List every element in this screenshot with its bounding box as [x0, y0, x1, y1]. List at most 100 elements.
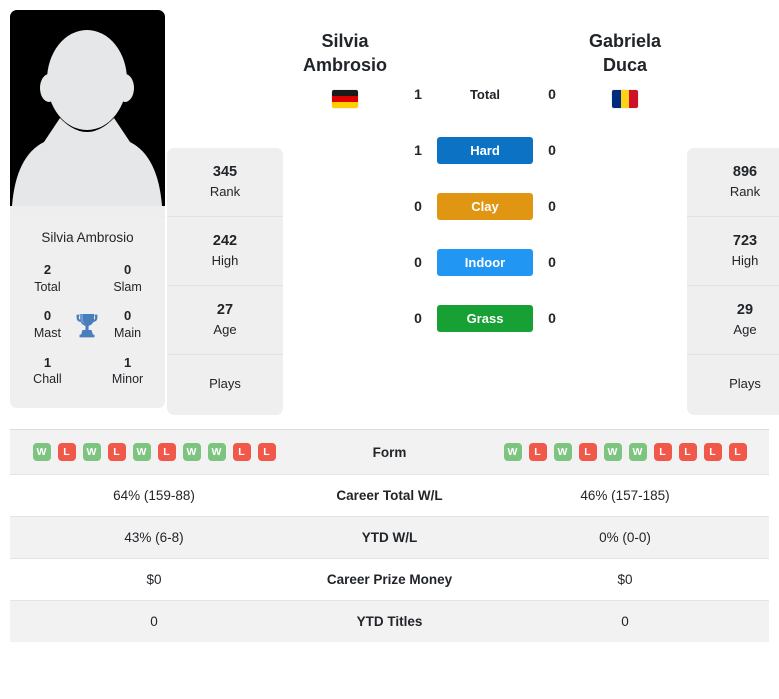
right-form-badge-7[interactable]: L — [653, 443, 672, 462]
comparison-header: Silvia Ambrosio 2 Total 0 Slam 0 Mast 0 … — [0, 0, 779, 416]
right-form-value: WLWLWWLLLL — [481, 430, 769, 475]
left-player-identity: Silvia Ambrosio — [285, 10, 405, 108]
row-label-career-prize-money: Career Prize Money — [326, 572, 453, 588]
left-main-label: Main — [114, 325, 142, 340]
left-main-titles: 0 Main — [106, 307, 149, 341]
comparison-table-body: W L W L W L W W L L Form W L W L W W L L L L 64% (159-88) Care… — [10, 429, 769, 643]
left-minor-value: 1 — [123, 354, 132, 370]
left-main-value: 0 — [123, 308, 132, 324]
left-stats-card: 345 Rank 242 High 27 Age Plays — [167, 148, 283, 416]
left-titles-row-3: 1 Chall 1 Minor — [16, 348, 159, 394]
head-to-head-column: 1 Total 0 1 Hard 0 0 Clay 0 0 Indoor 0 0 Grass 0 — [405, 10, 565, 346]
head-to-head-list: 1 Total 0 1 Hard 0 0 Clay 0 0 Indoor 0 0 Grass 0 — [405, 10, 565, 346]
h2h-label-clay[interactable]: Clay — [437, 192, 533, 220]
h2h-label-hard[interactable]: Hard — [437, 136, 533, 164]
h2h-row-total: 1 Total 0 — [405, 66, 565, 122]
right-form-badge-3[interactable]: W — [553, 443, 572, 462]
h2h-row-hard: 1 Hard 0 — [405, 122, 565, 178]
left-titles-grid: 2 Total 0 Slam 0 Mast 0 Main 1 Chall 1 M… — [10, 255, 165, 409]
right-form-badge-5[interactable]: W — [603, 443, 622, 462]
left-player-name[interactable]: Silvia Ambrosio — [285, 10, 405, 78]
table-row: $0 Career Prize Money $0 — [10, 558, 769, 601]
left-form-badge-5[interactable]: W — [132, 443, 151, 462]
left-high-label: High — [211, 252, 239, 268]
left-mast-titles: 0 Mast — [26, 307, 69, 341]
row-label-ytd-w-l: YTD W/L — [361, 530, 418, 546]
h2h-right-score-grass: 0 — [548, 310, 556, 326]
left-form-badge-9[interactable]: L — [232, 443, 251, 462]
h2h-left-score-indoor: 0 — [414, 254, 422, 270]
trophy-icon — [77, 313, 98, 338]
h2h-label-indoor[interactable]: Indoor — [437, 248, 533, 276]
right-player-name[interactable]: Gabriela Duca — [565, 10, 685, 78]
right-form-badges: WLWLWWLLLL — [487, 443, 763, 462]
left-minor-titles: 1 Minor — [106, 354, 149, 388]
left-form-badge-4[interactable]: L — [107, 443, 126, 462]
right-player-identity: Gabriela Duca — [565, 10, 685, 108]
left-plays-label: Plays — [209, 375, 241, 391]
left-rank-value: 345 — [212, 164, 238, 180]
table-row: W L W L W L W W L L Form W L W L W W L L L L — [10, 429, 769, 475]
right-last-name: Duca — [602, 54, 647, 75]
left-player-name-caption: Silvia Ambrosio — [10, 218, 165, 255]
row-label-career-total-w-l: Career Total W/L — [336, 488, 443, 504]
left-titles-row-1: 2 Total 0 Slam — [16, 255, 159, 301]
left-form-badge-7[interactable]: W — [182, 443, 201, 462]
h2h-label-grass[interactable]: Grass — [437, 304, 533, 332]
left-first-name: Silvia — [321, 31, 369, 51]
left-form-badge-8[interactable]: W — [207, 443, 226, 462]
left-form-badge-10[interactable]: L — [257, 443, 276, 462]
right-form-badge-10[interactable]: L — [728, 443, 747, 462]
h2h-row-clay: 0 Clay 0 — [405, 178, 565, 234]
left-age-value: 27 — [216, 301, 234, 318]
left-age-label: Age — [213, 321, 237, 337]
h2h-label-total: Total — [469, 86, 501, 102]
right-flag-wrap — [565, 89, 685, 108]
right-form-badge-2[interactable]: L — [528, 443, 547, 462]
left-high-cell: 242 High — [167, 217, 283, 286]
left-trophy-wrap — [69, 312, 106, 338]
left-total-value: 2 — [43, 262, 52, 277]
right-first-name: Gabriela — [588, 31, 662, 51]
left-form-badges: WLWLWLWWLL — [16, 443, 292, 462]
left-form-value: WLWLWLWWLL — [10, 430, 298, 475]
right-rank-label: Rank — [729, 184, 761, 200]
left-slam-titles: 0 Slam — [106, 261, 149, 295]
h2h-left-score-clay: 0 — [414, 198, 422, 214]
left-player-panel: Silvia Ambrosio 2 Total 0 Slam 0 Mast 0 … — [10, 10, 165, 409]
right-form-badge-1[interactable]: W — [503, 443, 522, 462]
right-form-badge-9[interactable]: L — [703, 443, 722, 462]
h2h-row-grass: 0 Grass 0 — [405, 290, 565, 346]
left-high-value: 242 — [212, 232, 238, 249]
left-stats-column: 345 Rank 242 High 27 Age Plays — [165, 10, 285, 416]
h2h-right-score-indoor: 0 — [548, 254, 556, 270]
left-form-badge-2[interactable]: L — [57, 443, 76, 462]
flag-germany-icon — [332, 89, 358, 108]
right-form-badge-4[interactable]: L — [578, 443, 597, 462]
left-player-photo[interactable] — [10, 10, 165, 218]
h2h-left-score-total: 1 — [414, 86, 422, 102]
left-form-badge-6[interactable]: L — [157, 443, 176, 462]
left-form-badge-1[interactable]: W — [32, 443, 51, 462]
person-placeholder-icon — [10, 10, 165, 218]
right-stats-card: 896 Rank 723 High 29 Age Plays — [687, 148, 779, 416]
table-row: 43% (6-8) YTD W/L 0% (0-0) — [10, 516, 769, 559]
row-label-ytd-titles: YTD Titles — [356, 614, 423, 630]
right-form-badge-6[interactable]: W — [628, 443, 647, 462]
left-chall-label: Chall — [33, 372, 62, 387]
flag-romania-icon — [612, 89, 638, 108]
right-age-value: 29 — [736, 301, 754, 318]
left-career-prize-money-value: $0 — [146, 572, 162, 588]
h2h-row-indoor: 0 Indoor 0 — [405, 234, 565, 290]
left-slam-value: 0 — [123, 262, 132, 277]
table-row: 64% (159-88) Career Total W/L 46% (157-185… — [10, 474, 769, 517]
right-high-cell: 723 High — [687, 217, 779, 286]
right-form-badge-8[interactable]: L — [678, 443, 697, 462]
right-age-cell: 29 Age — [687, 286, 779, 355]
left-chall-titles: 1 Chall — [26, 354, 69, 388]
left-titles-row-2: 0 Mast 0 Main — [16, 301, 159, 347]
left-flag-wrap — [285, 89, 405, 108]
right-age-label: Age — [733, 321, 757, 337]
left-rank-cell: 345 Rank — [167, 148, 283, 217]
left-form-badge-3[interactable]: W — [82, 443, 101, 462]
